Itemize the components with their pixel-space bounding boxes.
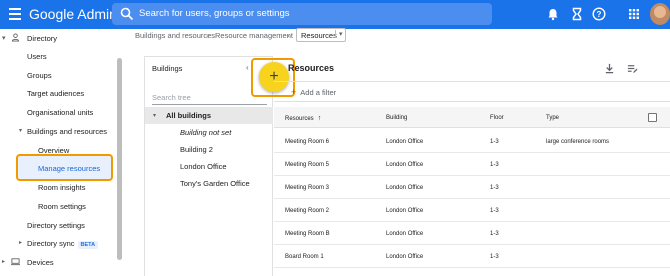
table-header-row: Resources ↑ Building Floor Type [274, 107, 670, 128]
cell-resource-name[interactable]: Meeting Room 2 [285, 208, 329, 214]
sidebar-item-groups[interactable]: Groups [27, 71, 52, 80]
cell-floor: 1-3 [490, 185, 499, 191]
sidebar-item-manage-resources[interactable]: Manage resources [38, 164, 100, 173]
sidebar-item-room-settings[interactable]: Room settings [38, 202, 86, 211]
plus-icon: + [291, 87, 297, 97]
devices-icon [11, 258, 20, 266]
chevron-down-icon: ▾ [335, 30, 343, 38]
buildings-title: Buildings [152, 64, 183, 73]
table-row[interactable]: Meeting Room 2 London Office 1-3 [274, 199, 670, 222]
apps-grid-icon[interactable] [627, 7, 641, 21]
cell-floor: 1-3 [490, 231, 499, 237]
column-header-building[interactable]: Building [386, 115, 407, 121]
sidebar-item-directory-settings[interactable]: Directory settings [27, 221, 85, 230]
cell-resource-name[interactable]: Meeting Room 3 [285, 185, 329, 191]
tree-item-tonys-garden-office[interactable]: Tony's Garden Office [180, 179, 250, 188]
tree-expand-icon[interactable]: ▾ [153, 112, 156, 119]
account-avatar[interactable] [650, 3, 670, 25]
cell-type: large conference rooms [546, 139, 610, 145]
breadcrumb-separator: › [287, 31, 290, 40]
download-icon[interactable] [604, 63, 615, 74]
table-row[interactable]: Board Room 1 London Office 1-3 [274, 245, 670, 268]
svg-text:?: ? [597, 10, 602, 19]
expand-arrow-icon[interactable]: ▸ [2, 258, 5, 265]
select-all-checkbox[interactable] [648, 113, 657, 122]
breadcrumb-current-dropdown[interactable]: Resources ▾ [296, 28, 346, 42]
sidebar-item-directory-sync[interactable]: Directory sync BETA [27, 239, 99, 249]
breadcrumb-buildings-and-resources[interactable]: Buildings and resources [135, 31, 215, 40]
sidebar-item-organisational-units[interactable]: Organisational units [27, 108, 93, 117]
cell-building: London Office [386, 185, 424, 191]
help-icon[interactable]: ? [592, 7, 606, 21]
sidebar-item-directory[interactable]: Directory [27, 34, 57, 43]
search-placeholder: Search for users, groups or settings [139, 8, 290, 19]
search-tree-underline [152, 104, 267, 105]
sidebar-item-devices[interactable]: Devices [27, 258, 54, 267]
column-header-floor[interactable]: Floor [490, 115, 504, 121]
search-input[interactable]: Search for users, groups or settings [112, 3, 492, 25]
collapse-panel-icon[interactable]: ‹ [246, 63, 249, 72]
notifications-bell-icon[interactable] [546, 7, 560, 21]
sidebar-item-overview[interactable]: Overview [38, 146, 69, 155]
sidebar-scrollbar[interactable] [117, 58, 122, 260]
add-resource-button[interactable]: + [259, 62, 289, 92]
table-row[interactable]: Meeting Room B London Office 1-3 [274, 222, 670, 245]
cell-resource-name[interactable]: Meeting Room 6 [285, 139, 329, 145]
sidebar-item-target-audiences[interactable]: Target audiences [27, 89, 84, 98]
cell-floor: 1-3 [490, 254, 499, 260]
breadcrumb-resource-management[interactable]: Resource management [215, 31, 293, 40]
tree-item-building-not-set[interactable]: Building not set [180, 128, 231, 137]
breadcrumb-separator: › [207, 31, 210, 40]
column-label: Resources [285, 116, 314, 122]
beta-badge: BETA [77, 241, 99, 249]
sidebar-item-users[interactable]: Users [27, 52, 47, 61]
tree-item-building-2[interactable]: Building 2 [180, 145, 213, 154]
resources-title: Resources [288, 63, 335, 73]
breadcrumb-resources: Resources [301, 31, 337, 40]
sidebar-item-room-insights[interactable]: Room insights [38, 183, 86, 192]
cell-resource-name[interactable]: Meeting Room 5 [285, 162, 329, 168]
collapse-arrow-icon[interactable]: ▾ [2, 34, 6, 42]
tree-item-all-buildings[interactable]: All buildings [166, 111, 211, 120]
cell-building: London Office [386, 162, 424, 168]
expand-arrow-icon[interactable]: ▾ [19, 127, 22, 134]
hourglass-icon[interactable] [570, 7, 584, 21]
cell-resource-name[interactable]: Board Room 1 [285, 254, 324, 260]
search-tree-input[interactable]: Search tree [152, 93, 191, 102]
tree-item-london-office[interactable]: London Office [180, 162, 227, 171]
directory-sync-label: Directory sync [27, 239, 75, 248]
search-icon [120, 7, 134, 21]
cell-floor: 1-3 [490, 139, 499, 145]
table-row[interactable]: Meeting Room 5 London Office 1-3 [274, 153, 670, 176]
app-brand[interactable]: Google Admin [29, 6, 117, 22]
sidebar-item-buildings-and-resources[interactable]: Buildings and resources [27, 127, 107, 136]
cell-building: London Office [386, 231, 424, 237]
expand-arrow-icon[interactable]: ▸ [19, 239, 22, 246]
sort-arrow-up-icon: ↑ [317, 115, 322, 122]
main-menu-icon[interactable] [9, 8, 21, 20]
edit-columns-icon[interactable] [627, 63, 638, 74]
column-header-resources[interactable]: Resources ↑ [285, 115, 321, 122]
cell-building: London Office [386, 208, 424, 214]
divider [274, 81, 670, 82]
add-filter-button[interactable]: + Add a filter [291, 87, 336, 97]
top-bar: Google Admin Search for users, groups or… [0, 0, 670, 29]
cell-floor: 1-3 [490, 208, 499, 214]
divider [274, 101, 670, 102]
cell-building: London Office [386, 254, 424, 260]
person-icon [11, 33, 20, 42]
cell-floor: 1-3 [490, 162, 499, 168]
add-filter-label: Add a filter [300, 88, 337, 97]
table-row[interactable]: Meeting Room 6 London Office 1-3 large c… [274, 130, 670, 153]
column-header-type[interactable]: Type [546, 115, 559, 121]
cell-resource-name[interactable]: Meeting Room B [285, 231, 330, 237]
table-row[interactable]: Meeting Room 3 London Office 1-3 [274, 176, 670, 199]
cell-building: London Office [386, 139, 424, 145]
